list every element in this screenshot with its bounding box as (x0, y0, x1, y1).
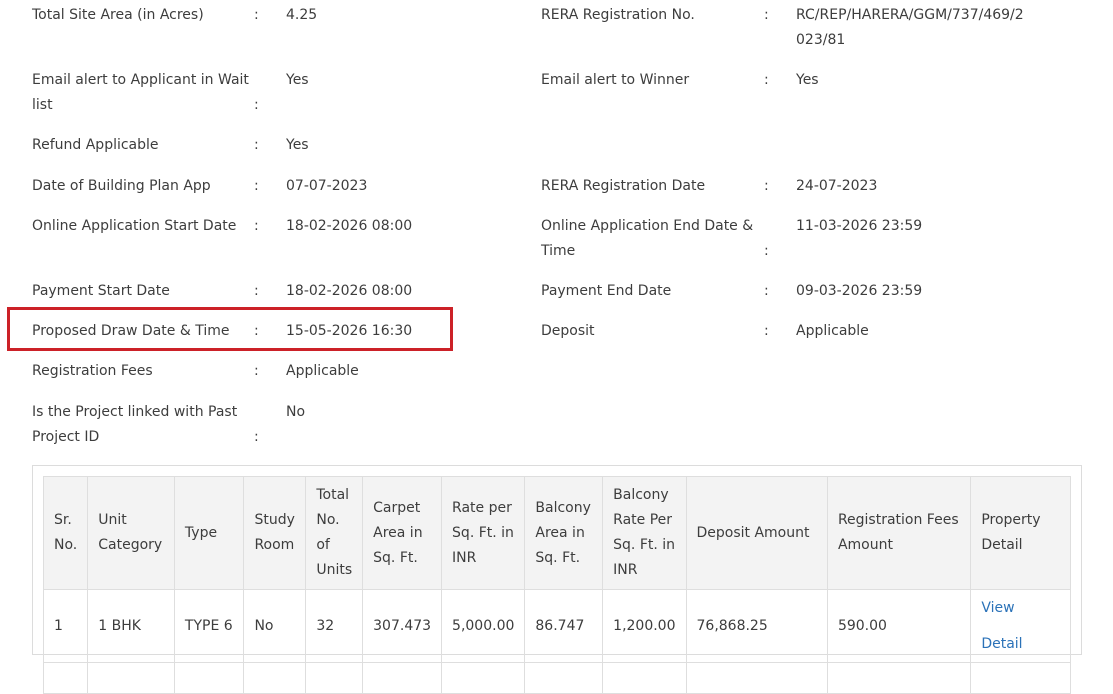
colon: : (764, 243, 769, 259)
value-refund: Yes (286, 137, 309, 153)
colon: : (254, 218, 259, 234)
col-header-property-detail: Property Detail (970, 476, 1071, 590)
cell-unit-category: 1 BHK (87, 589, 175, 663)
value-rera-reg-no: RC/REP/HARERA/GGM/737/469/2023/81 (796, 7, 1024, 48)
label-email-alert-winner: Email alert to Winner (541, 72, 690, 88)
col-header-type: Type (173, 476, 245, 590)
units-table-panel: Sr. No. Unit Category Type Study Room To… (32, 465, 1082, 694)
colon: : (764, 7, 769, 23)
cell-property-detail: View Detail (970, 589, 1071, 663)
colon: : (764, 283, 769, 299)
cell-rate: 5,000.00 (441, 589, 526, 663)
colon: : (254, 429, 259, 445)
label-payment-end: Payment End Date (541, 283, 672, 299)
table-header-row: Sr. No. Unit Category Type Study Room To… (42, 476, 1071, 590)
colon: : (254, 283, 259, 299)
value-past-project: No (286, 404, 306, 420)
colon: : (254, 137, 259, 153)
value-registration-fees: Applicable (286, 363, 359, 379)
cell-deposit-amount: 76,868.25 (685, 589, 828, 663)
colon: : (764, 72, 769, 88)
view-detail-link[interactable]: View Detail (981, 600, 1022, 652)
value-deposit: Applicable (796, 323, 869, 339)
cell-study-room: No (243, 589, 307, 663)
colon: : (254, 363, 259, 379)
draw-date-highlight (7, 307, 453, 351)
colon: : (254, 7, 259, 23)
value-rera-reg-date: 24-07-2023 (796, 178, 878, 194)
label-online-start: Online Application Start Date (32, 218, 237, 234)
value-payment-end: 09-03-2026 23:59 (796, 283, 923, 299)
label-payment-start: Payment Start Date (32, 283, 170, 299)
label-total-site-area: Total Site Area (in Acres) (32, 7, 204, 23)
label-email-alert-wait: Email alert to Applicant in Wait list (32, 72, 249, 113)
value-total-site-area: 4.25 (286, 7, 318, 23)
label-rera-reg-date: RERA Registration Date (541, 178, 706, 194)
cell-balcony-rate: 1,200.00 (602, 589, 687, 663)
table-row (42, 662, 1071, 694)
col-header-registration-fees: Registration Fees Amount (826, 476, 972, 590)
label-deposit: Deposit (541, 323, 595, 339)
label-rera-reg-no: RERA Registration No. (541, 7, 695, 23)
cell-total-units: 32 (305, 589, 364, 663)
value-payment-start: 18-02-2026 08:00 (286, 283, 413, 299)
colon: : (254, 178, 259, 194)
col-header-deposit-amount: Deposit Amount (685, 476, 828, 590)
table-row: 1 1 BHK TYPE 6 No 32 307.473 5,000.00 86… (42, 589, 1071, 663)
colon: : (764, 178, 769, 194)
col-header-total-units: Total No. of Units (305, 476, 364, 590)
colon: : (764, 323, 769, 339)
col-header-rate: Rate per Sq. Ft. in INR (441, 476, 526, 590)
col-header-sr-no: Sr. No. (42, 476, 89, 590)
value-online-end: 11-03-2026 23:59 (796, 218, 923, 234)
label-building-plan-date: Date of Building Plan App (32, 178, 211, 194)
value-email-alert-wait: Yes (286, 72, 309, 88)
label-refund: Refund Applicable (32, 137, 159, 153)
label-past-project: Is the Project linked with Past Project … (32, 404, 238, 445)
colon: : (254, 97, 259, 113)
units-table: Sr. No. Unit Category Type Study Room To… (42, 476, 1071, 694)
col-header-balcony-area: Balcony Area in Sq. Ft. (524, 476, 604, 590)
cell-sr-no: 1 (42, 589, 89, 663)
cell-balcony-area: 86.747 (524, 589, 604, 663)
col-header-study-room: Study Room (243, 476, 307, 590)
value-online-start: 18-02-2026 08:00 (286, 218, 413, 234)
label-registration-fees: Registration Fees (32, 363, 153, 379)
col-header-balcony-rate: Balcony Rate Per Sq. Ft. in INR (602, 476, 687, 590)
cell-registration-fees: 590.00 (826, 589, 972, 663)
value-email-alert-winner: Yes (796, 72, 819, 88)
col-header-unit-category: Unit Category (87, 476, 175, 590)
col-header-carpet-area: Carpet Area in Sq. Ft. (362, 476, 443, 590)
value-building-plan-date: 07-07-2023 (286, 178, 368, 194)
label-online-end: Online Application End Date & Time (541, 218, 754, 259)
cell-carpet-area: 307.473 (362, 589, 443, 663)
cell-type: TYPE 6 (173, 589, 245, 663)
